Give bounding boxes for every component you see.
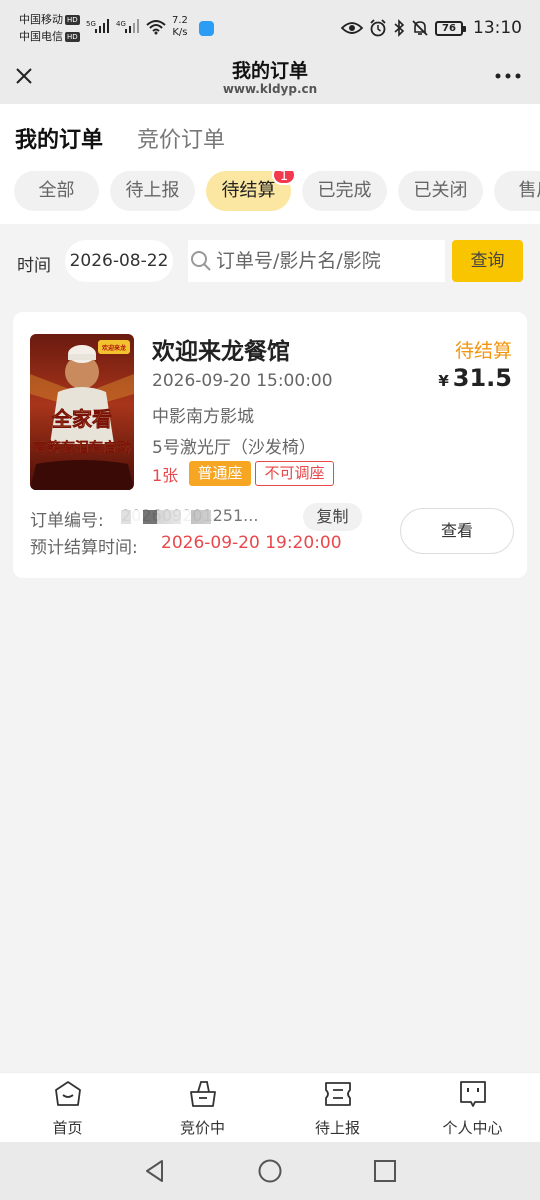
svg-text:欢迎来龙: 欢迎来龙 bbox=[101, 344, 126, 352]
carrier-1: 中国移动 HD bbox=[19, 13, 80, 26]
status-filter-row: 全部 待上报 待结算1 已完成 已关闭 售后 bbox=[14, 171, 540, 211]
svg-text:有笑有泪有启动: 有笑有泪有启动 bbox=[33, 439, 132, 456]
recents-icon[interactable] bbox=[372, 1158, 398, 1184]
net-speed: 7.2 K/s bbox=[172, 15, 188, 38]
tab-my-orders[interactable]: 我的订单 bbox=[15, 122, 103, 154]
alarm-icon bbox=[370, 19, 386, 37]
order-status: 待结算 bbox=[454, 340, 512, 362]
poster-image: 欢迎来龙 全家看 有笑有泪有启动 bbox=[30, 334, 134, 490]
view-button[interactable]: 查看 bbox=[400, 508, 514, 554]
order-no-mask bbox=[121, 510, 211, 524]
time-label: 时间 bbox=[17, 256, 51, 276]
cinema-name: 中影南方影城 bbox=[152, 407, 254, 427]
hall-name: 5号激光厅（沙发椅） bbox=[152, 438, 316, 458]
page-content: 我的订单 竞价订单 全部 待上报 待结算1 已完成 已关闭 售后 时间 2026… bbox=[0, 104, 540, 1072]
movie-name: 欢迎来龙餐馆 bbox=[152, 339, 290, 365]
filter-after-sales[interactable]: 售后 bbox=[494, 171, 540, 211]
order-no-label: 订单编号: bbox=[30, 511, 104, 531]
search-row: 时间 2026-08-22 查询 bbox=[0, 239, 540, 283]
filter-badge: 1 bbox=[272, 171, 296, 185]
mute-bell-icon bbox=[412, 20, 428, 36]
bag-icon bbox=[190, 1081, 216, 1107]
carrier-2: 中国电信 HD bbox=[19, 30, 80, 43]
query-button[interactable]: 查询 bbox=[452, 240, 523, 282]
more-icon[interactable] bbox=[494, 66, 522, 86]
wifi-icon bbox=[146, 20, 166, 35]
svg-text:4G: 4G bbox=[116, 20, 126, 28]
bluetooth-icon bbox=[394, 19, 405, 37]
system-nav-bar bbox=[0, 1142, 540, 1200]
search-input[interactable] bbox=[216, 240, 441, 282]
settle-time-label: 预计结算时间: bbox=[30, 538, 138, 558]
tab-bidding[interactable]: 竞价中 bbox=[135, 1073, 270, 1143]
copy-button[interactable]: 复制 bbox=[303, 503, 362, 531]
seat-type-badge: 普通座 bbox=[189, 461, 251, 486]
ticket-count: 1张 bbox=[152, 466, 179, 485]
profile-icon bbox=[460, 1081, 486, 1107]
seat-adjust-badge: 不可调座 bbox=[255, 461, 334, 486]
tab-bid-orders[interactable]: 竞价订单 bbox=[137, 122, 225, 154]
home-circle-icon[interactable] bbox=[257, 1158, 283, 1184]
order-price: ¥31.5 bbox=[438, 364, 512, 392]
eye-icon bbox=[341, 22, 363, 34]
status-icons: 76 13:10 bbox=[341, 17, 522, 39]
date-picker[interactable]: 2026-08-22 bbox=[65, 240, 173, 282]
tab-profile[interactable]: 个人中心 bbox=[405, 1073, 540, 1143]
settle-time-value: 2026-09-20 19:20:00 bbox=[161, 533, 342, 553]
app-notification-icon bbox=[199, 21, 214, 36]
nav-bar: 我的订单 www.kldyp.cn bbox=[0, 48, 540, 104]
order-card: 欢迎来龙 全家看 有笑有泪有启动 欢迎来龙餐馆 待结算 ¥31.5 2026-0… bbox=[13, 312, 527, 578]
filter-completed[interactable]: 已完成 bbox=[302, 171, 387, 211]
page-url: www.kldyp.cn bbox=[222, 82, 318, 96]
signal-4g-icon: 4G bbox=[116, 19, 139, 33]
filter-closed[interactable]: 已关闭 bbox=[398, 171, 483, 211]
home-icon bbox=[55, 1081, 81, 1106]
tab-home[interactable]: 首页 bbox=[0, 1073, 135, 1143]
clock: 13:10 bbox=[473, 18, 522, 38]
back-icon[interactable] bbox=[142, 1158, 168, 1184]
order-header: 我的订单 竞价订单 全部 待上报 待结算1 已完成 已关闭 售后 bbox=[0, 104, 540, 224]
search-icon bbox=[191, 251, 211, 271]
status-bar: 中国移动 HD 中国电信 HD 5G 4G 7.2 K/s 76 13:10 bbox=[0, 0, 540, 48]
search-box bbox=[188, 240, 445, 282]
filter-pending-settlement[interactable]: 待结算 1 bbox=[206, 171, 296, 211]
signal-5g-icon: 5G bbox=[86, 19, 109, 33]
filter-all[interactable]: 全部 bbox=[14, 171, 99, 211]
battery-icon: 76 bbox=[435, 20, 466, 36]
showtime: 2026-09-20 15:00:00 bbox=[152, 371, 333, 391]
svg-text:全家看: 全家看 bbox=[51, 407, 112, 431]
tab-pending-report[interactable]: 待上报 bbox=[270, 1073, 405, 1143]
filter-pending-report[interactable]: 待上报 bbox=[110, 171, 195, 211]
svg-text:5G: 5G bbox=[86, 20, 96, 28]
ticket-icon bbox=[325, 1082, 351, 1106]
bottom-tabbar: 首页 竞价中 待上报 个人中心 bbox=[0, 1072, 540, 1142]
movie-poster[interactable]: 欢迎来龙 全家看 有笑有泪有启动 bbox=[30, 334, 134, 490]
page-title: 我的订单 bbox=[231, 60, 308, 82]
